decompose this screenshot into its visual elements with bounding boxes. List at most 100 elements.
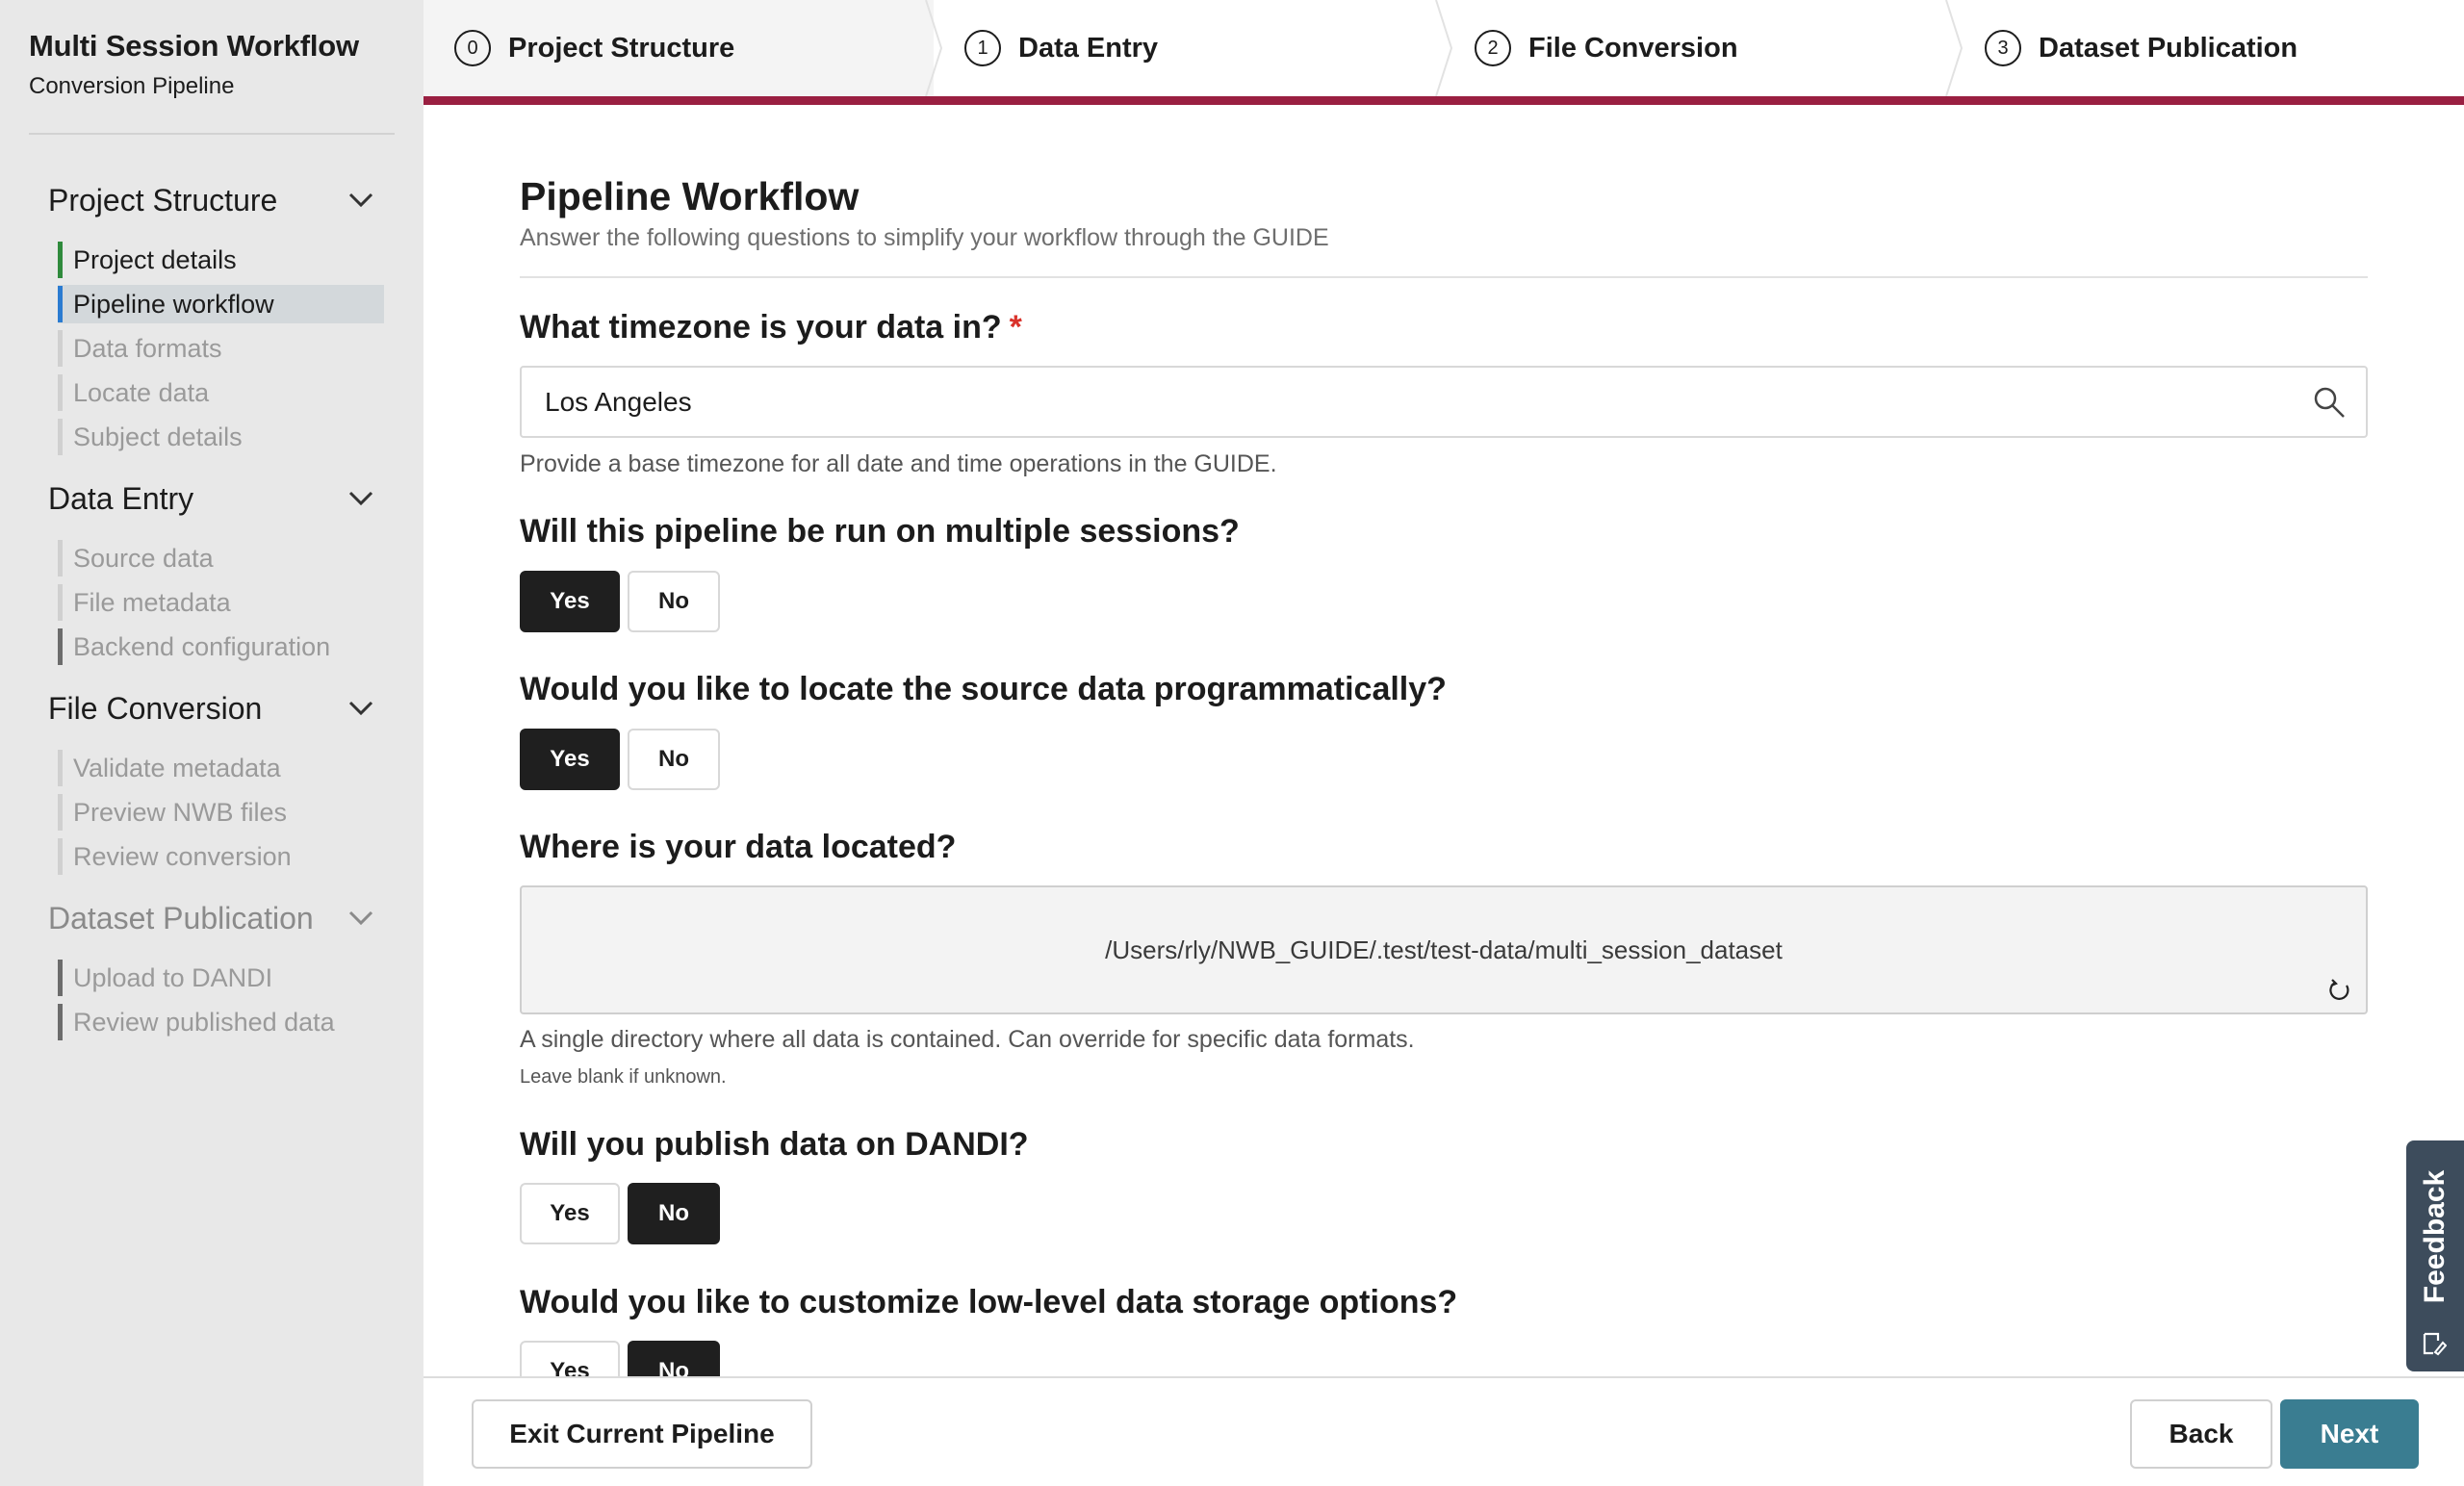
- timezone-search-input[interactable]: Los Angeles: [520, 366, 2368, 438]
- sidebar-item-validate-metadata[interactable]: Validate metadata: [58, 749, 384, 787]
- stepper: 0 Project Structure 1 Data Entry 2 File …: [424, 0, 2464, 105]
- data-location-help: A single directory where all data is con…: [520, 1026, 1415, 1053]
- step-number: 0: [454, 30, 491, 66]
- sidebar-item-label: Validate metadata: [73, 753, 281, 782]
- step-data-entry[interactable]: 1 Data Entry: [934, 0, 1444, 96]
- locate-programmatically-question: Would you like to locate the source data…: [520, 671, 1447, 707]
- sidebar-item-locate-data[interactable]: Locate data: [58, 373, 384, 412]
- sidebar-item-label: Preview NWB files: [73, 797, 288, 827]
- publish-dandi-toggle: Yes No: [520, 1183, 720, 1244]
- page-subtitle: Answer the following questions to simpli…: [520, 224, 1329, 251]
- data-location-question: Where is your data located?: [520, 829, 957, 865]
- nav-indicator: [58, 838, 63, 875]
- publish-dandi-question: Will you publish data on DANDI?: [520, 1126, 1029, 1163]
- sidebar-section-header[interactable]: Dataset Publication: [48, 899, 380, 937]
- step-project-structure[interactable]: 0 Project Structure: [424, 0, 934, 96]
- step-number: 3: [1985, 30, 2021, 66]
- step-number: 2: [1475, 30, 1511, 66]
- sidebar-item-preview-nwb-files[interactable]: Preview NWB files: [58, 793, 384, 832]
- publish-dandi-no-button[interactable]: No: [628, 1183, 720, 1244]
- sidebar-section-header[interactable]: Project Structure: [48, 181, 380, 219]
- timezone-value: Los Angeles: [545, 386, 692, 417]
- sidebar-section-header[interactable]: Data Entry: [48, 479, 380, 518]
- sidebar-section-project-structure: Project Structure Project details Pipeli…: [48, 181, 384, 462]
- question-text: What timezone is your data in?: [520, 309, 1002, 346]
- sidebar-section-header[interactable]: File Conversion: [48, 689, 380, 728]
- timezone-question: What timezone is your data in? *: [520, 309, 1022, 346]
- feedback-tab[interactable]: Feedback: [2406, 1140, 2464, 1371]
- sidebar-divider: [29, 133, 395, 135]
- chevron-down-icon[interactable]: [347, 187, 374, 214]
- nav-indicator: [58, 1004, 63, 1040]
- storage-options-yes-button[interactable]: Yes: [520, 1341, 620, 1376]
- nav-indicator: [58, 540, 63, 576]
- locate-programmatically-no-button[interactable]: No: [628, 729, 720, 790]
- step-label: File Conversion: [1528, 32, 1738, 64]
- next-button[interactable]: Next: [2280, 1399, 2419, 1469]
- sidebar-section-data-entry: Data Entry Source data File metadata Bac…: [48, 479, 380, 672]
- nav-indicator: [58, 584, 63, 621]
- nav-indicator: [58, 419, 63, 455]
- chevron-down-icon[interactable]: [347, 485, 374, 512]
- multiple-sessions-no-button[interactable]: No: [628, 571, 720, 632]
- data-location-dropzone[interactable]: /Users/rly/NWB_GUIDE/.test/test-data/mul…: [520, 885, 2368, 1014]
- required-mark: *: [1009, 309, 1022, 346]
- sidebar-item-label: Upload to DANDI: [73, 962, 273, 992]
- sidebar-section-label: Project Structure: [48, 182, 278, 218]
- sidebar-item-source-data[interactable]: Source data: [58, 539, 384, 577]
- step-separator: [1945, 0, 1964, 96]
- feedback-icon: [2423, 1332, 2447, 1356]
- sidebar-item-file-metadata[interactable]: File metadata: [58, 583, 384, 622]
- sidebar: Multi Session Workflow Conversion Pipeli…: [0, 0, 424, 1486]
- sidebar-item-review-published-data[interactable]: Review published data: [58, 1003, 384, 1041]
- step-label: Project Structure: [508, 32, 735, 64]
- sidebar-item-backend-configuration[interactable]: Backend configuration: [58, 628, 384, 666]
- app-title: Multi Session Workflow: [29, 29, 359, 63]
- sidebar-item-label: Data formats: [73, 333, 222, 363]
- nav-indicator: [58, 286, 63, 322]
- step-file-conversion[interactable]: 2 File Conversion: [1444, 0, 1954, 96]
- sidebar-item-label: Locate data: [73, 377, 210, 407]
- sidebar-section-label: File Conversion: [48, 690, 263, 726]
- sidebar-item-upload-to-dandi[interactable]: Upload to DANDI: [58, 959, 384, 997]
- nav-indicator: [58, 750, 63, 786]
- page-title: Pipeline Workflow: [520, 174, 860, 218]
- progress-bar: [424, 96, 2464, 105]
- nav-indicator: [58, 374, 63, 411]
- sidebar-item-label: Review published data: [73, 1007, 335, 1037]
- header-divider: [520, 276, 2368, 278]
- exit-pipeline-button[interactable]: Exit Current Pipeline: [472, 1399, 812, 1469]
- main-content: Pipeline Workflow Answer the following q…: [424, 105, 2464, 1376]
- step-separator: [925, 0, 943, 96]
- app-subtitle: Conversion Pipeline: [29, 73, 235, 99]
- sidebar-item-subject-details[interactable]: Subject details: [58, 418, 384, 456]
- step-label: Data Entry: [1018, 32, 1159, 64]
- back-button[interactable]: Back: [2130, 1399, 2272, 1469]
- refresh-icon[interactable]: [2327, 978, 2352, 1003]
- sidebar-section-file-conversion: File Conversion Validate metadata Previe…: [48, 689, 380, 882]
- sidebar-item-label: Project details: [73, 244, 237, 274]
- sidebar-section-label: Data Entry: [48, 480, 194, 516]
- publish-dandi-yes-button[interactable]: Yes: [520, 1183, 620, 1244]
- nav-indicator: [58, 628, 63, 665]
- nav-indicator: [58, 242, 63, 278]
- multiple-sessions-question: Will this pipeline be run on multiple se…: [520, 513, 1240, 550]
- step-dataset-publication[interactable]: 3 Dataset Publication: [1954, 0, 2464, 96]
- sidebar-item-project-details[interactable]: Project details: [58, 241, 384, 279]
- footer: Exit Current Pipeline Back Next: [424, 1376, 2464, 1486]
- sidebar-item-review-conversion[interactable]: Review conversion: [58, 837, 384, 876]
- sidebar-item-data-formats[interactable]: Data formats: [58, 329, 384, 368]
- storage-options-question: Would you like to customize low-level da…: [520, 1284, 1458, 1320]
- chevron-down-icon[interactable]: [347, 905, 374, 932]
- search-icon[interactable]: [2312, 385, 2347, 420]
- locate-programmatically-yes-button[interactable]: Yes: [520, 729, 620, 790]
- sidebar-item-label: File metadata: [73, 587, 231, 617]
- storage-options-no-button[interactable]: No: [628, 1341, 720, 1376]
- feedback-label: Feedback: [2419, 1169, 2451, 1304]
- multiple-sessions-yes-button[interactable]: Yes: [520, 571, 620, 632]
- sidebar-item-pipeline-workflow[interactable]: Pipeline workflow: [58, 285, 384, 323]
- data-location-value: /Users/rly/NWB_GUIDE/.test/test-data/mul…: [1105, 935, 1783, 964]
- nav-indicator: [58, 794, 63, 831]
- chevron-down-icon[interactable]: [347, 695, 374, 722]
- step-separator: [1435, 0, 1453, 96]
